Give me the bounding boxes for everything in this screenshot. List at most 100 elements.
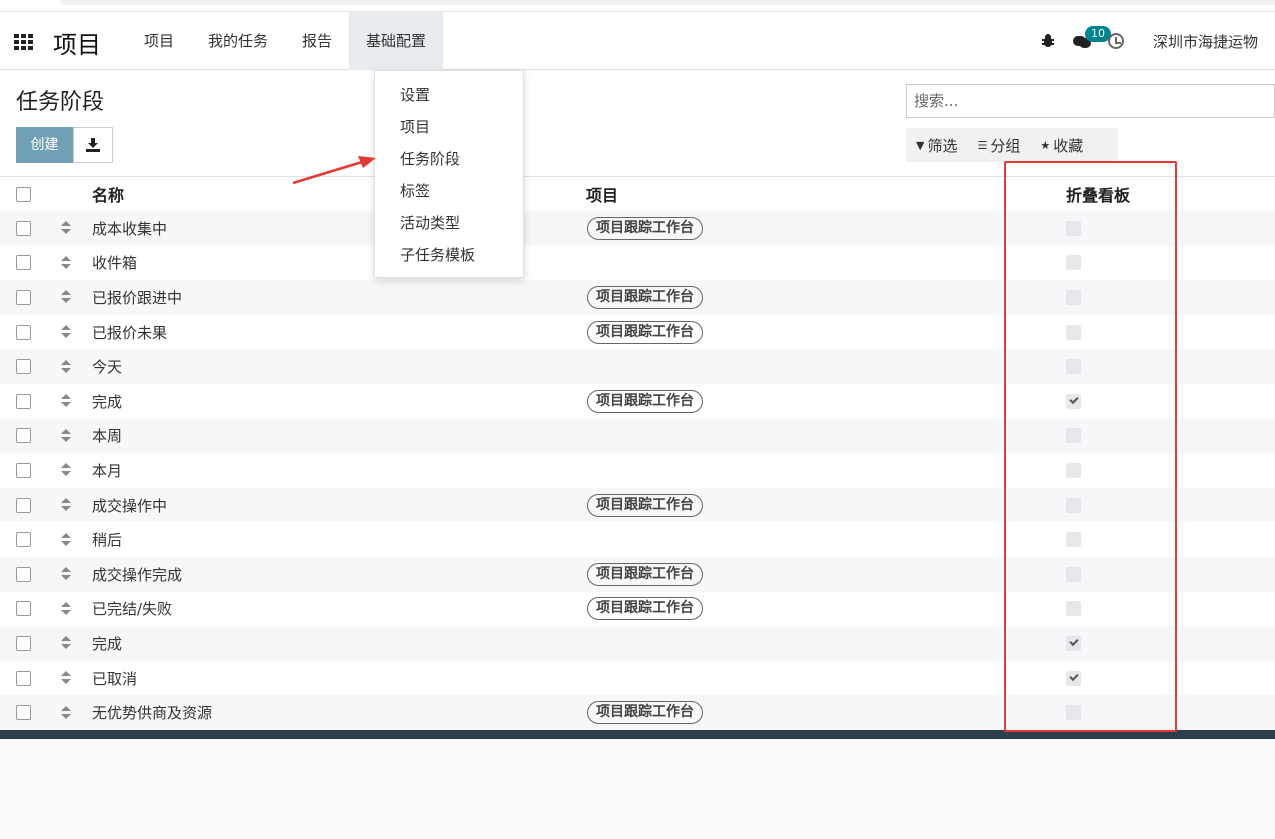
fold-checkbox[interactable] [1066, 566, 1081, 582]
row-checkbox[interactable] [16, 566, 31, 582]
drag-handle-icon[interactable] [61, 636, 71, 650]
row-checkbox[interactable] [16, 705, 31, 721]
messages-button[interactable]: 10 [1065, 12, 1111, 70]
project-tag: 项目跟踪工作台 [587, 562, 703, 586]
column-fold[interactable]: 折叠看板 [1066, 182, 1130, 206]
fold-checkbox[interactable] [1066, 359, 1081, 375]
row-checkbox[interactable] [16, 359, 31, 375]
fold-checkbox[interactable] [1066, 324, 1081, 340]
drag-handle-icon[interactable] [61, 221, 71, 235]
drag-handle-icon[interactable] [61, 325, 71, 339]
table-row[interactable]: 今天 [0, 349, 1275, 384]
star-icon: ★ [1040, 138, 1051, 152]
table-row[interactable]: 已报价跟进中 项目跟踪工作台 [0, 280, 1275, 315]
drag-handle-icon[interactable] [61, 359, 71, 374]
row-checkbox[interactable] [16, 220, 31, 236]
select-all-checkbox[interactable] [16, 186, 31, 202]
table-row[interactable]: 成交操作中 项目跟踪工作台 [0, 487, 1275, 523]
row-checkbox[interactable] [16, 393, 31, 409]
project-tag: 项目跟踪工作台 [587, 493, 703, 517]
dropdown-item-subtask-templates[interactable]: 子任务模板 [375, 239, 523, 271]
stage-name: 完成 [92, 392, 123, 411]
list-header: 名称 项目 折叠看板 [0, 177, 1275, 211]
drag-handle-icon[interactable] [61, 705, 71, 720]
table-row[interactable]: 成本收集中 项目跟踪工作台 [0, 211, 1275, 246]
row-checkbox[interactable] [16, 289, 31, 305]
fold-checkbox[interactable] [1066, 462, 1081, 478]
drag-handle-icon[interactable] [61, 428, 71, 443]
menu-item-my-tasks[interactable]: 我的任务 [191, 12, 285, 70]
table-row[interactable]: 稍后 [0, 522, 1275, 557]
dropdown-item-projects[interactable]: 项目 [375, 111, 523, 143]
drag-handle-icon[interactable] [61, 671, 71, 685]
drag-handle-icon[interactable] [61, 463, 71, 477]
project-tag: 项目跟踪工作台 [587, 597, 703, 621]
activities-button[interactable] [1099, 12, 1133, 70]
drag-handle-icon[interactable] [61, 394, 71, 408]
table-row[interactable]: 收件箱 [0, 246, 1275, 281]
control-panel: 任务阶段 创建 ▼筛选 ☰分组 ★收藏 [0, 71, 1275, 177]
row-checkbox[interactable] [16, 462, 31, 478]
project-tag: 项目跟踪工作台 [587, 701, 703, 725]
stage-name: 收件箱 [92, 254, 138, 273]
menu-item-configuration[interactable]: 基础配置 [349, 12, 444, 70]
fold-checkbox[interactable] [1066, 670, 1081, 686]
row-checkbox[interactable] [16, 601, 31, 617]
stage-name: 今天 [92, 358, 123, 377]
apps-menu-icon[interactable] [14, 34, 34, 50]
table-row[interactable]: 已取消 [0, 661, 1275, 696]
fold-checkbox[interactable] [1066, 532, 1081, 548]
row-checkbox[interactable] [16, 255, 31, 271]
menu-item-projects[interactable]: 项目 [127, 12, 191, 70]
fold-checkbox[interactable] [1066, 705, 1081, 721]
company-switcher[interactable]: 深圳市海捷运物 [1153, 31, 1275, 52]
table-row[interactable]: 完成 项目跟踪工作台 [0, 384, 1275, 419]
table-row[interactable]: 本月 [0, 453, 1275, 488]
fold-checkbox[interactable] [1066, 497, 1081, 513]
top-menu: 项目 我的任务 报告 基础配置 [127, 12, 444, 70]
dropdown-item-tags[interactable]: 标签 [375, 175, 523, 207]
export-button[interactable] [73, 127, 113, 163]
dropdown-item-settings[interactable]: 设置 [375, 79, 523, 111]
row-checkbox[interactable] [16, 497, 31, 513]
column-project[interactable]: 项目 [586, 182, 618, 206]
drag-handle-icon[interactable] [61, 532, 71, 547]
search-input[interactable] [906, 84, 1275, 118]
fold-checkbox[interactable] [1066, 601, 1081, 617]
fold-checkbox[interactable] [1066, 428, 1081, 444]
fold-checkbox[interactable] [1066, 393, 1081, 409]
table-row[interactable]: 无优势供商及资源 项目跟踪工作台 [0, 695, 1275, 730]
drag-handle-icon[interactable] [61, 567, 71, 581]
fold-checkbox[interactable] [1066, 635, 1081, 651]
row-checkbox[interactable] [16, 324, 31, 340]
drag-handle-icon[interactable] [61, 601, 71, 616]
stage-name: 稍后 [92, 531, 123, 550]
dropdown-item-task-stages[interactable]: 任务阶段 [375, 143, 523, 175]
row-checkbox[interactable] [16, 635, 31, 651]
column-name[interactable]: 名称 [92, 182, 124, 206]
table-row[interactable]: 已报价未果 项目跟踪工作台 [0, 315, 1275, 350]
row-checkbox[interactable] [16, 532, 31, 548]
search-options: ▼ 筛选 ☰ 分组 ★ 收藏 [906, 128, 1118, 162]
debug-button[interactable] [1031, 12, 1065, 70]
create-button[interactable]: 创建 [16, 127, 73, 163]
app-brand[interactable]: 项目 [53, 25, 101, 60]
fold-checkbox[interactable] [1066, 220, 1081, 236]
filter-icon: ▼ [916, 138, 925, 152]
fold-checkbox[interactable] [1066, 255, 1081, 271]
row-checkbox[interactable] [16, 428, 31, 444]
row-checkbox[interactable] [16, 670, 31, 686]
table-row[interactable]: 已完结/失败 项目跟踪工作台 [0, 592, 1275, 627]
drag-handle-icon[interactable] [61, 255, 71, 270]
dropdown-item-activity-types[interactable]: 活动类型 [375, 207, 523, 239]
table-row[interactable]: 本周 [0, 418, 1275, 454]
table-row[interactable]: 成交操作完成 项目跟踪工作台 [0, 556, 1275, 592]
drag-handle-icon[interactable] [61, 290, 71, 304]
drag-handle-icon[interactable] [61, 498, 71, 512]
filter-button[interactable]: ▼ 筛选 [906, 135, 967, 156]
menu-item-reports[interactable]: 报告 [285, 12, 349, 70]
fold-checkbox[interactable] [1066, 289, 1081, 305]
group-by-button[interactable]: ☰ 分组 [967, 135, 1030, 156]
table-row[interactable]: 完成 [0, 626, 1275, 661]
favorites-button[interactable]: ★ 收藏 [1030, 135, 1093, 156]
